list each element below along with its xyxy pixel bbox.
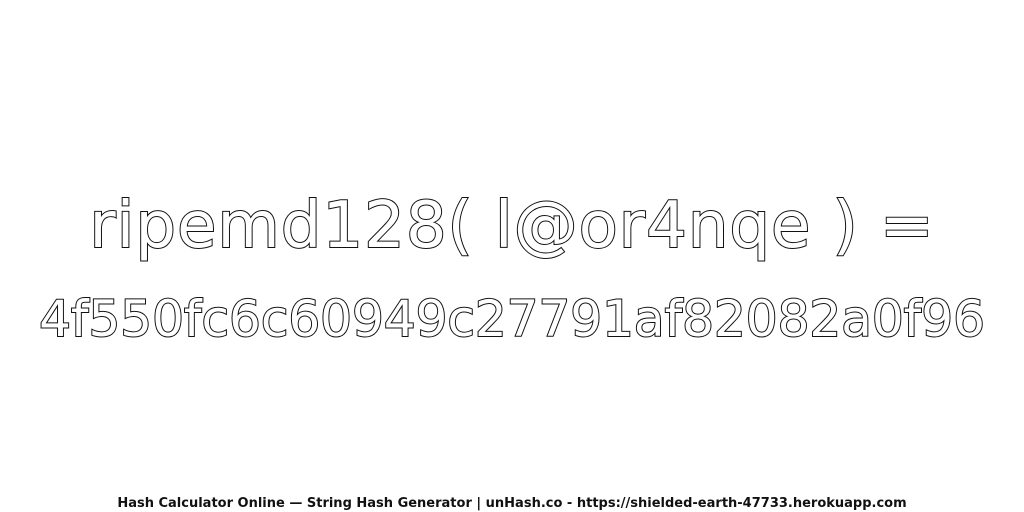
footer-caption: Hash Calculator Online — String Hash Gen… xyxy=(117,496,907,511)
hash-expression: ripemd128( l@or4nqe ) = xyxy=(88,188,935,264)
hash-digest: 4f550fc6c60949c27791af82082a0f96 xyxy=(38,289,986,349)
image-canvas: ripemd128( l@or4nqe ) = 4f550fc6c60949c2… xyxy=(0,0,1024,512)
